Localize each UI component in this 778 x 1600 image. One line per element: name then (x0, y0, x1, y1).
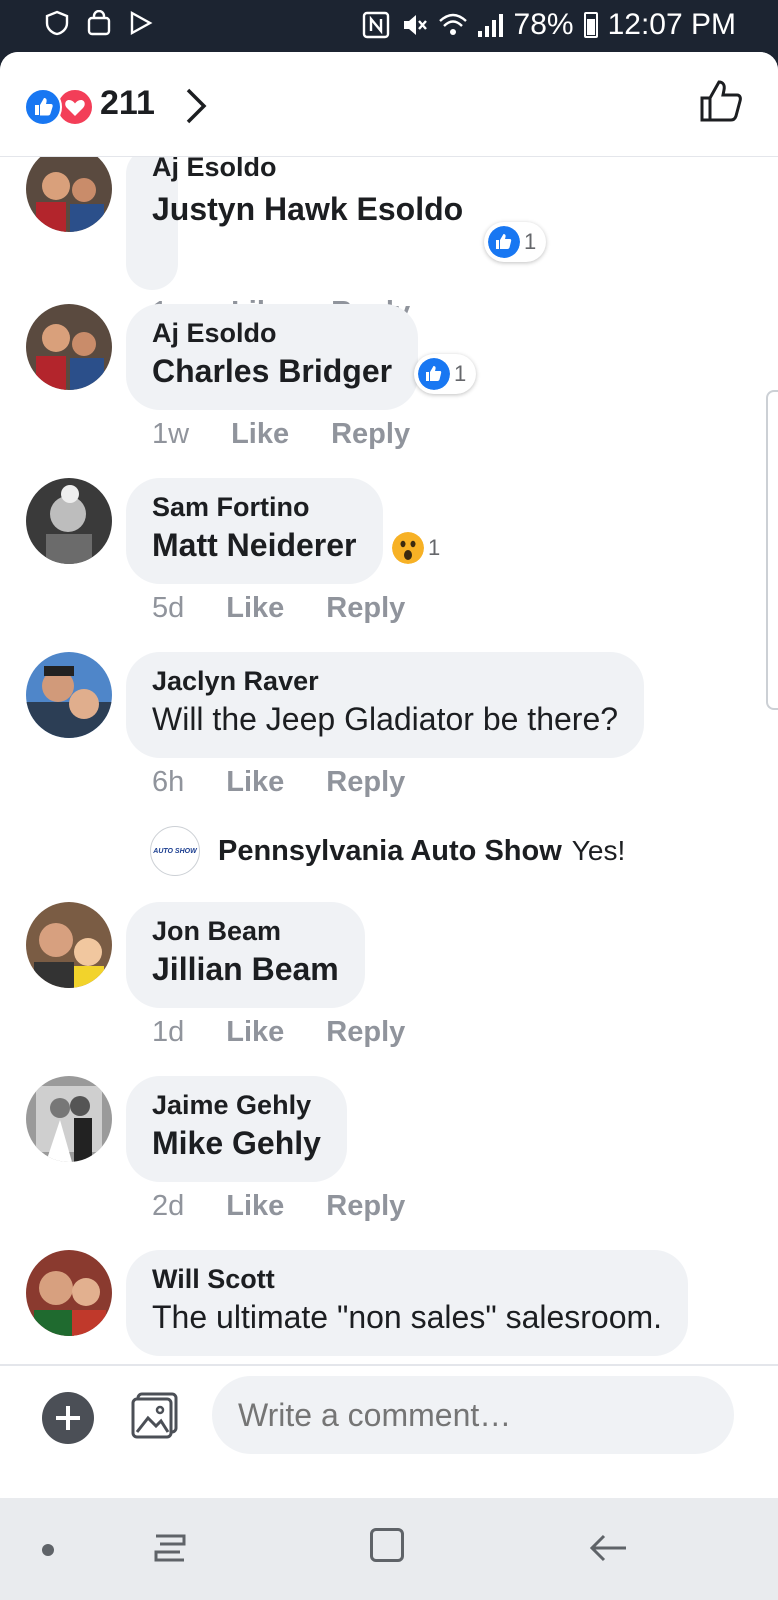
wifi-icon (438, 11, 467, 39)
like-button[interactable] (698, 78, 744, 124)
comment-text: Will the Jeep Gladiator be there? (152, 701, 619, 737)
plus-icon (56, 1406, 80, 1430)
comment-text: Jillian Beam (152, 951, 339, 987)
back-arrow-icon[interactable] (586, 1526, 630, 1570)
avatar[interactable] (26, 902, 112, 988)
comment-like-link[interactable]: Like (231, 418, 289, 451)
comment-composer (0, 1364, 778, 1498)
comment-text: Justyn Hawk Esoldo (152, 191, 464, 227)
comment-time[interactable]: 1w (152, 418, 189, 451)
like-reaction-icon (488, 226, 520, 258)
comment-text: The ultimate "non sales" salesroom. (152, 1299, 663, 1335)
comment-bubble[interactable]: Will Scott The ultimate "non sales" sale… (126, 1250, 689, 1356)
reply-text: Yes! (571, 835, 626, 866)
avatar[interactable] (26, 478, 112, 564)
wow-reaction-icon (392, 532, 424, 564)
page-avatar[interactable]: AUTO SHOW (150, 826, 200, 876)
comment-author[interactable]: Sam Fortino (152, 490, 357, 524)
comment-time[interactable]: 6h (152, 766, 184, 799)
comment-text: Matt Neiderer (152, 527, 357, 563)
page-avatar-logo: AUTO SHOW (153, 847, 197, 855)
comment-time[interactable]: 1d (152, 1016, 184, 1049)
battery-percent: 78% (513, 8, 574, 41)
reactions-header: 211 (0, 52, 778, 157)
comment-like-link[interactable]: Like (226, 1190, 284, 1223)
comment-bubble[interactable]: Aj Esoldo Justyn Hawk Esoldo (126, 148, 463, 290)
reply-author[interactable]: Pennsylvania Auto Show (218, 835, 562, 868)
comment-reply-link[interactable]: Reply (326, 766, 405, 799)
comment-bubble[interactable]: Jaclyn Raver Will the Jeep Gladiator be … (126, 652, 645, 758)
reaction-pill[interactable]: 1 (414, 354, 477, 394)
reaction-pill[interactable]: 1 (388, 528, 450, 568)
shopping-bag-icon (86, 9, 112, 36)
avatar[interactable] (26, 146, 112, 232)
reaction-count: 1 (454, 361, 467, 386)
recent-apps-icon[interactable] (150, 1528, 190, 1568)
nfc-icon (362, 11, 390, 39)
comment-bubble[interactable]: Sam Fortino Matt Neiderer (126, 478, 383, 584)
comment-reply-link[interactable]: Reply (331, 418, 410, 451)
like-reaction-icon (24, 88, 62, 126)
comment-time[interactable]: 2d (152, 1190, 184, 1223)
comment-actions: 1d Like Reply (152, 1016, 405, 1049)
comment-bubble[interactable]: Jon Beam Jillian Beam (126, 902, 365, 1008)
comment-author[interactable]: Aj Esoldo (152, 316, 392, 350)
reaction-count: 1 (428, 535, 441, 560)
comment-bubble[interactable]: Aj Esoldo Charles Bridger (126, 304, 419, 410)
comment-actions: 2d Like Reply (152, 1190, 405, 1223)
comment-actions: 5d Like Reply (152, 592, 405, 625)
comment-time[interactable]: 5d (152, 592, 184, 625)
comment-author[interactable]: Jaclyn Raver (152, 664, 618, 698)
avatar[interactable] (26, 652, 112, 738)
status-bar: 78% 12:07 PM (0, 0, 778, 52)
add-attachment-button[interactable] (42, 1392, 94, 1444)
clock: 12:07 PM (607, 8, 736, 41)
system-nav-bar (0, 1498, 778, 1600)
comment-reply-link[interactable]: Reply (326, 1190, 405, 1223)
signal-icon (476, 11, 504, 39)
reaction-count[interactable]: 211 (100, 84, 155, 123)
like-reaction-icon (418, 358, 450, 390)
photo-icon (131, 1392, 178, 1439)
comment-actions: 1w Like Reply (152, 418, 410, 451)
photo-button[interactable] (130, 1390, 180, 1440)
comment-text: Charles Bridger (152, 353, 393, 389)
comment-text: Mike Gehly (152, 1125, 321, 1161)
comment-actions: 6h Like Reply (152, 766, 405, 799)
mute-icon (400, 11, 428, 39)
nav-dot-icon[interactable] (42, 1544, 54, 1556)
avatar[interactable] (26, 304, 112, 390)
comment-like-link[interactable]: Like (226, 1016, 284, 1049)
comment-author[interactable]: Jon Beam (152, 914, 339, 948)
thumbs-up-icon (700, 80, 742, 122)
comment-reply-link[interactable]: Reply (326, 1016, 405, 1049)
reaction-count: 1 (524, 229, 537, 254)
scroll-indicator[interactable] (766, 390, 778, 710)
home-icon[interactable] (370, 1528, 404, 1562)
avatar[interactable] (26, 1250, 112, 1336)
comment-author[interactable]: Jaime Gehly (152, 1088, 321, 1122)
reaction-pill[interactable]: 1 (484, 222, 547, 262)
comment-author[interactable]: Will Scott (152, 1262, 662, 1296)
flag-check-icon (128, 10, 154, 36)
shield-icon (44, 10, 70, 36)
comment-input[interactable] (212, 1376, 734, 1454)
comment-like-link[interactable]: Like (226, 592, 284, 625)
avatar[interactable] (26, 1076, 112, 1162)
comments-sheet: 211 Aj Esoldo Justyn Hawk Esoldo 1 1w Li… (0, 52, 778, 1498)
comment-bubble[interactable]: Jaime Gehly Mike Gehly (126, 1076, 347, 1182)
battery-icon (583, 12, 598, 38)
comment-reply[interactable]: AUTO SHOW Pennsylvania Auto Show Yes! (150, 826, 625, 876)
chevron-right-icon[interactable] (184, 86, 208, 135)
comment-like-link[interactable]: Like (226, 766, 284, 799)
comment-reply-link[interactable]: Reply (326, 592, 405, 625)
